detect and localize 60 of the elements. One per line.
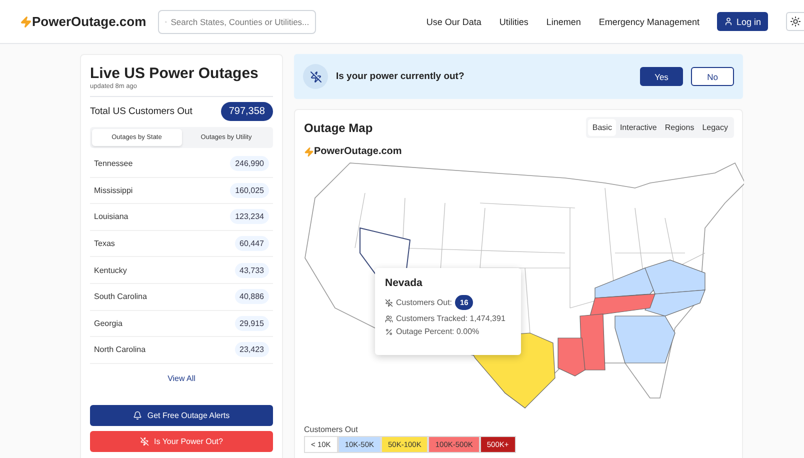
state-row[interactable]: Mississippi 160,025 <box>90 178 273 204</box>
state-name: Georgia <box>94 318 122 328</box>
state-name: North Carolina <box>94 345 146 354</box>
state-name: Louisiana <box>94 212 128 222</box>
login-button[interactable]: Log in <box>717 12 768 31</box>
map-tab[interactable]: Basic <box>588 119 616 136</box>
state-row[interactable]: Texas 60,447 <box>90 230 273 258</box>
state-row[interactable]: Louisiana 123,234 <box>90 204 273 231</box>
outage-count: 60,447 <box>234 236 269 252</box>
state-row[interactable]: Georgia 29,915 <box>90 310 273 338</box>
nav-link[interactable]: Linemen <box>546 16 581 26</box>
answer-button[interactable]: No <box>691 67 734 86</box>
state-name: Texas <box>94 239 115 248</box>
map-title: Outage Map <box>304 120 373 134</box>
outage-count: 43,733 <box>234 262 269 278</box>
theme-toggle-button[interactable] <box>786 12 804 31</box>
tooltip-title: Nevada <box>385 277 424 289</box>
state-name: Kentucky <box>94 266 127 275</box>
tooltip-text: Customers Tracked: 1,474,391 <box>396 314 506 323</box>
outage-count: 123,234 <box>230 209 269 224</box>
panel-title: Live US Power Outages <box>90 65 260 82</box>
state-row[interactable]: North Carolina 23,423 <box>90 337 273 364</box>
nav-link[interactable]: Utilities <box>499 16 528 26</box>
state-row[interactable]: Kentucky 43,733 <box>90 257 273 284</box>
view-all-link[interactable]: View All <box>168 374 196 383</box>
map-tab[interactable]: Interactive <box>616 119 661 136</box>
state-name: Tennessee <box>94 159 133 168</box>
users-icon <box>385 314 393 322</box>
power-off-icon <box>385 298 393 306</box>
map-watermark: PowerOutage.com <box>304 146 734 157</box>
state-name: Mississippi <box>94 186 133 195</box>
alerts-button[interactable]: Get Free Outage Alerts <box>90 404 273 426</box>
bell-icon <box>133 410 142 420</box>
tooltip-label: Customers Out: <box>396 298 452 307</box>
legend-title: Customers Out <box>304 425 359 434</box>
outage-count: 29,915 <box>234 316 269 331</box>
power-off-icon <box>140 436 150 446</box>
report-outage-button[interactable]: Is Your Power Out? <box>90 430 273 452</box>
state-name: South Carolina <box>94 292 147 302</box>
total-label: Total US Customers Out <box>90 106 192 117</box>
percent-icon <box>385 328 393 336</box>
tooltip-text: Outage Percent: 0.00% <box>396 327 480 336</box>
answer-button[interactable]: Yes <box>640 67 683 86</box>
nav-link[interactable]: Use Our Data <box>426 16 482 26</box>
nav-link[interactable]: Emergency Management <box>598 16 700 26</box>
outage-count: 40,886 <box>234 289 269 304</box>
power-off-icon <box>303 64 328 89</box>
outage-count: 23,423 <box>234 342 269 358</box>
state-row[interactable]: South Carolina 40,886 <box>90 284 273 311</box>
site-logo[interactable]: PowerOutage.com <box>20 14 146 29</box>
banner-question: Is your power currently out? <box>336 71 464 82</box>
search-field[interactable]: Search States, Counties or Utilities... <box>158 10 316 34</box>
map-tab[interactable]: Legacy <box>698 119 732 136</box>
user-icon <box>724 17 734 26</box>
state-row[interactable]: Tennessee 246,990 <box>90 151 273 178</box>
sun-icon <box>790 16 801 27</box>
total-count: 797,358 <box>220 102 273 121</box>
outage-count: 160,025 <box>230 182 269 198</box>
outage-count: 246,990 <box>230 156 269 172</box>
map-tab[interactable]: Regions <box>660 119 698 136</box>
